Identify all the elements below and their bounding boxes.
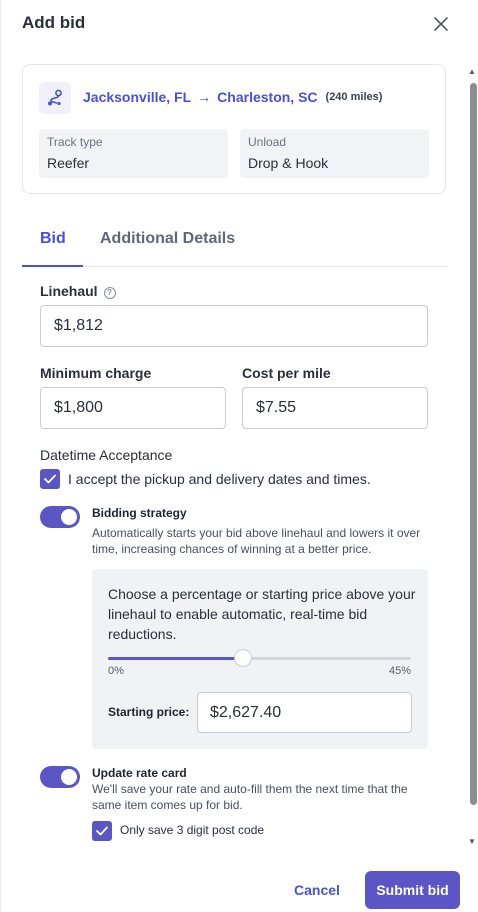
- update-rate-card-toggle[interactable]: [40, 766, 80, 788]
- origin-link[interactable]: Jacksonville, FL: [83, 89, 191, 105]
- minimum-charge-input[interactable]: $1,800: [40, 387, 226, 429]
- minimum-charge-label: Minimum charge: [40, 365, 152, 381]
- bidding-strategy-box: Choose a percentage or starting price ab…: [92, 569, 428, 749]
- slider-fill: [108, 657, 243, 660]
- unload-box: Unload Drop & Hook: [240, 129, 429, 178]
- checkmark-icon: [96, 826, 108, 836]
- slider-thumb[interactable]: [233, 649, 252, 667]
- linehaul-label: Linehaul: [40, 283, 98, 299]
- help-icon[interactable]: ?: [103, 287, 116, 299]
- percentage-slider[interactable]: [108, 649, 411, 667]
- scroll-down-arrow-icon[interactable]: ▼: [468, 837, 476, 846]
- bidding-strategy-toggle[interactable]: [40, 506, 80, 528]
- datetime-acceptance-checkbox[interactable]: [40, 469, 60, 489]
- scrollbar-thumb[interactable]: [470, 83, 477, 805]
- route-icon: [39, 82, 71, 114]
- track-type-label: Track type: [47, 135, 103, 149]
- track-type-box: Track type Reefer: [39, 129, 228, 178]
- cancel-button[interactable]: Cancel: [283, 872, 351, 908]
- linehaul-input[interactable]: $1,812: [40, 305, 428, 347]
- unload-label: Unload: [248, 135, 287, 149]
- slider-max-label: 45%: [388, 665, 411, 677]
- tab-bid[interactable]: Bid: [40, 230, 66, 248]
- linehaul-label-row: Linehaul?: [40, 283, 116, 299]
- cost-per-mile-input[interactable]: $7.55: [242, 387, 428, 429]
- submit-bid-button[interactable]: Submit bid: [365, 871, 460, 909]
- starting-price-label: Starting price:: [108, 705, 190, 719]
- starting-price-input[interactable]: $2,627.40: [197, 692, 412, 733]
- tab-additional-details[interactable]: Additional Details: [100, 230, 235, 248]
- only-3-digit-postcode-checkbox[interactable]: [92, 821, 112, 841]
- unload-value: Drop & Hook: [248, 155, 329, 171]
- datetime-acceptance-label: Datetime Acceptance: [40, 447, 173, 463]
- datetime-acceptance-text: I accept the pickup and delivery dates a…: [68, 471, 371, 487]
- toggle-knob: [61, 509, 77, 525]
- active-tab-indicator: [22, 265, 83, 267]
- route-summary-card: Jacksonville, FL → Charleston, SC (240 m…: [22, 64, 446, 194]
- bidding-strategy-instructions: Choose a percentage or starting price ab…: [108, 586, 416, 642]
- checkmark-icon: [44, 474, 56, 484]
- arrow-right-icon: →: [197, 89, 212, 105]
- bidding-strategy-description: Automatically starts your bid above line…: [92, 526, 421, 556]
- add-bid-panel: Add bid ▲ ▼ Jacksonville, FL → Charlesto…: [0, 0, 478, 912]
- track-type-value: Reefer: [47, 155, 90, 171]
- close-icon[interactable]: [431, 14, 451, 34]
- destination-link[interactable]: Charleston, SC: [217, 89, 317, 105]
- toggle-knob: [61, 769, 77, 785]
- scroll-up-arrow-icon[interactable]: ▲: [468, 67, 476, 76]
- route-line: Jacksonville, FL → Charleston, SC (240 m…: [83, 89, 382, 105]
- cost-per-mile-label: Cost per mile: [242, 365, 331, 381]
- update-rate-card-title: Update rate card: [92, 766, 187, 780]
- route-distance: (240 miles): [325, 91, 383, 103]
- only-3-digit-postcode-text: Only save 3 digit post code: [120, 823, 265, 837]
- tab-bar: Bid Additional Details: [22, 226, 448, 267]
- slider-min-label: 0%: [108, 665, 124, 677]
- bidding-strategy-title: Bidding strategy: [92, 506, 187, 520]
- update-rate-card-description: We'll save your rate and auto-fill them …: [92, 782, 408, 812]
- panel-title: Add bid: [22, 13, 86, 32]
